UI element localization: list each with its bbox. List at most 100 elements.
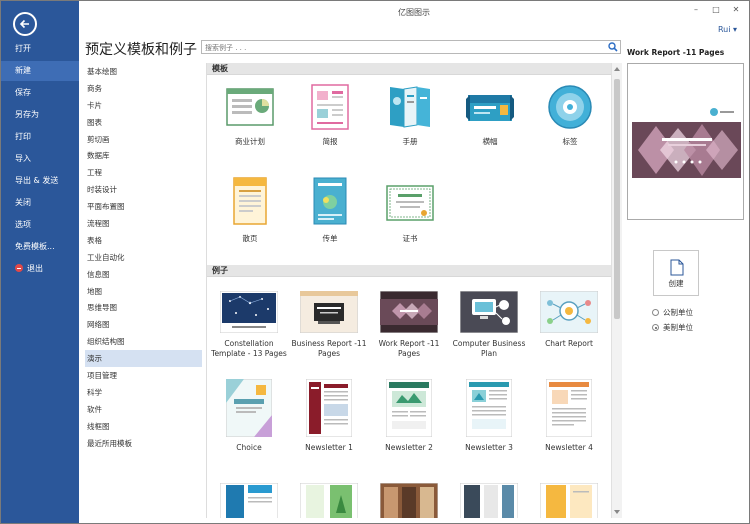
category-item[interactable]: 信息图: [85, 266, 202, 283]
nav-export-send[interactable]: 导出 & 发送: [1, 171, 79, 191]
template-tile[interactable]: 横幅: [452, 83, 528, 147]
search-box: [201, 40, 621, 54]
category-item[interactable]: 基本绘图: [85, 63, 202, 80]
business-plan-icon: [226, 88, 274, 126]
banner-icon: [466, 95, 514, 121]
tile-label: 简报: [322, 137, 338, 146]
newsletter-1-thumbnail: [305, 378, 353, 438]
nav-open[interactable]: 打开: [1, 39, 79, 59]
category-item[interactable]: 工程: [85, 164, 202, 181]
nav-label: 免费模板...: [15, 242, 55, 251]
close-button[interactable]: ✕: [729, 4, 743, 16]
minimize-button[interactable]: –: [689, 4, 703, 16]
title-bar: 亿图图示 – □ ✕: [79, 1, 749, 23]
template-tile[interactable]: 手册: [372, 83, 448, 147]
imperial-units-radio[interactable]: 美制单位: [652, 322, 693, 333]
template-tile[interactable]: 简报: [292, 83, 368, 147]
category-item[interactable]: 线框图: [85, 418, 202, 435]
certificate-icon: [386, 185, 434, 221]
maximize-button[interactable]: □: [709, 4, 723, 16]
nav-label: 选项: [15, 220, 31, 229]
example-tile[interactable]: Business Report -11 Pages: [291, 290, 367, 359]
template-tile[interactable]: 证书: [372, 176, 448, 244]
nav-options[interactable]: 选项: [1, 215, 79, 235]
nav-label: 保存: [15, 88, 31, 97]
nav-print[interactable]: 打印: [1, 127, 79, 147]
example-tile[interactable]: Computer Business Plan: [451, 290, 527, 359]
nav-label: 关闭: [15, 198, 31, 207]
examples-section-header: 例子: [207, 265, 612, 277]
user-name: Rui: [717, 25, 731, 34]
search-input[interactable]: [205, 42, 600, 53]
category-item[interactable]: 商务: [85, 80, 202, 97]
template-tile[interactable]: 标签: [532, 83, 608, 147]
example-tile[interactable]: Constellation Template - 13 Pages: [211, 290, 287, 359]
category-item[interactable]: 表格: [85, 232, 202, 249]
tile-label: Newsletter 3: [465, 443, 513, 452]
create-button[interactable]: 创建: [653, 250, 699, 296]
nav-label: 导出 & 发送: [15, 176, 59, 185]
category-item[interactable]: 流程图: [85, 215, 202, 232]
scroll-thumb[interactable]: [614, 79, 620, 319]
category-item[interactable]: 工业自动化: [85, 249, 202, 266]
gallery-scrollbar[interactable]: [611, 63, 622, 518]
category-item-active[interactable]: 演示: [85, 350, 202, 368]
tile-label: 手册: [402, 137, 418, 146]
search-icon[interactable]: [608, 42, 618, 52]
nav-save[interactable]: 保存: [1, 83, 79, 103]
example-tile[interactable]: [451, 482, 527, 518]
example-tile[interactable]: [211, 482, 287, 518]
template-tile[interactable]: 传单: [292, 176, 368, 244]
category-item[interactable]: 数据库: [85, 147, 202, 164]
category-item[interactable]: 思维导图: [85, 299, 202, 316]
category-item[interactable]: 软件: [85, 401, 202, 418]
template-tile[interactable]: 散页: [212, 176, 288, 244]
example-tile[interactable]: Choice: [211, 378, 287, 453]
category-item[interactable]: 最近所用模板: [85, 435, 202, 452]
window-title: 亿图图示: [398, 8, 430, 17]
example-tile[interactable]: Newsletter 4: [531, 378, 607, 453]
nav-exit[interactable]: 退出: [1, 259, 79, 279]
newsletter-4-thumbnail: [545, 378, 593, 438]
category-item[interactable]: 网络图: [85, 316, 202, 333]
category-item[interactable]: 卡片: [85, 97, 202, 114]
category-item[interactable]: 剪切画: [85, 131, 202, 148]
tile-label: Business Report -11 Pages: [291, 339, 367, 358]
example-tile[interactable]: Newsletter 1: [291, 378, 367, 453]
template-tile[interactable]: 商业计划: [212, 83, 288, 147]
example-tile[interactable]: [291, 482, 367, 518]
nav-label: 打印: [15, 132, 31, 141]
scroll-up-arrow-icon[interactable]: [614, 67, 620, 71]
business-report-thumbnail: [299, 290, 359, 334]
nav-import[interactable]: 导入: [1, 149, 79, 169]
example-tile[interactable]: [371, 482, 447, 518]
category-item[interactable]: 项目管理: [85, 367, 202, 384]
templates-section-header: 模板: [207, 63, 612, 75]
work-report-preview-graphic: [628, 64, 743, 219]
category-item[interactable]: 平面布置图: [85, 198, 202, 215]
category-item[interactable]: 组织结构图: [85, 333, 202, 350]
back-arrow-icon[interactable]: [13, 12, 37, 36]
example-tile[interactable]: Work Report -11 Pages: [371, 290, 447, 359]
category-item[interactable]: 时装设计: [85, 181, 202, 198]
tile-label: Work Report -11 Pages: [378, 339, 440, 358]
nav-new[interactable]: 新建: [1, 61, 79, 81]
partial-thumbnail: [459, 482, 519, 518]
category-item[interactable]: 图表: [85, 114, 202, 131]
nav-close[interactable]: 关闭: [1, 193, 79, 213]
example-tile[interactable]: Chart Report: [531, 290, 607, 349]
category-item[interactable]: 科学: [85, 384, 202, 401]
scroll-down-arrow-icon[interactable]: [614, 510, 620, 514]
disc-label-icon: [548, 85, 592, 129]
nav-save-as[interactable]: 另存为: [1, 105, 79, 125]
metric-units-radio[interactable]: 公制单位: [652, 307, 693, 318]
user-menu[interactable]: Rui ▾: [718, 25, 737, 34]
bulletin-icon: [311, 84, 349, 130]
example-tile[interactable]: [531, 482, 607, 518]
example-tile[interactable]: Newsletter 2: [371, 378, 447, 453]
radio-icon: [652, 309, 659, 316]
nav-free-templates[interactable]: 免费模板...: [1, 237, 79, 257]
radio-label: 公制单位: [663, 308, 693, 317]
category-item[interactable]: 地图: [85, 283, 202, 300]
example-tile[interactable]: Newsletter 3: [451, 378, 527, 453]
